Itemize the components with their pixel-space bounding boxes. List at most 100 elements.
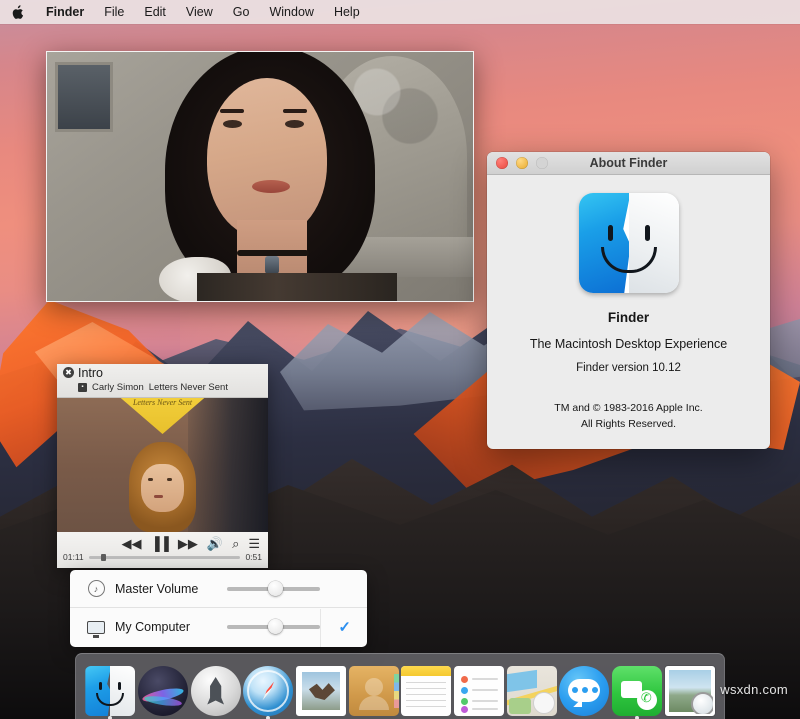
- dock-item-launchpad[interactable]: [191, 666, 241, 716]
- about-tagline: The Macintosh Desktop Experience: [487, 337, 770, 351]
- album-art-singer-face: [141, 464, 183, 512]
- preview-subject-eye-left: [223, 120, 242, 128]
- volume-popover[interactable]: ♪ Master Volume My Computer ✓: [70, 570, 367, 647]
- preview-subject-eye-right: [285, 120, 304, 128]
- my-computer-label: My Computer: [115, 620, 227, 634]
- my-computer-slider[interactable]: [227, 625, 320, 629]
- about-window-titlebar[interactable]: About Finder: [487, 152, 770, 175]
- fast-forward-button[interactable]: ▶▶: [178, 537, 198, 550]
- menu-item-finder[interactable]: Finder: [36, 0, 94, 24]
- stop-badge-icon[interactable]: ✖: [63, 367, 74, 378]
- preview-subject-face: [207, 78, 327, 238]
- dock-item-photos[interactable]: [665, 666, 715, 716]
- media-preview-image: [47, 52, 473, 301]
- dock-item-notes[interactable]: [401, 666, 451, 716]
- pause-button[interactable]: ▐▐: [150, 537, 168, 550]
- player-artist: Carly Simon: [92, 381, 144, 394]
- about-copyright-line1: TM and © 1983-2016 Apple Inc.: [487, 400, 770, 416]
- music-note-icon: ♪: [86, 579, 106, 599]
- finder-icon-right-face: [629, 193, 679, 293]
- about-copyright-line2: All Rights Reserved.: [487, 416, 770, 432]
- player-controls: ◀◀ ▐▐ ▶▶ 🔊 ⌕ ☰ 01:11 0:51: [57, 532, 268, 568]
- watermark: wsxdn.com: [720, 682, 788, 697]
- player-track-title: Intro: [78, 366, 268, 381]
- about-window-title: About Finder: [487, 156, 770, 170]
- dock: [75, 653, 725, 719]
- master-volume-knob[interactable]: [268, 581, 283, 596]
- volume-button[interactable]: 🔊: [207, 537, 223, 550]
- photos-icon: [665, 666, 715, 716]
- apple-logo-icon[interactable]: [10, 4, 24, 20]
- dock-item-facetime[interactable]: [612, 666, 662, 716]
- about-window-body: Finder The Macintosh Desktop Experience …: [487, 175, 770, 433]
- preview-subject-dress: [197, 273, 397, 301]
- progress-slider[interactable]: [89, 556, 241, 559]
- preview-subject-pendant: [265, 256, 279, 274]
- playlist-button[interactable]: ☰: [248, 537, 260, 550]
- messages-icon: [559, 666, 609, 716]
- volume-row-master[interactable]: ♪ Master Volume: [70, 570, 367, 608]
- menu-item-view[interactable]: View: [176, 0, 223, 24]
- display-icon: [86, 617, 106, 637]
- finder-icon-eye-right: [645, 225, 650, 241]
- dock-item-contacts[interactable]: [349, 666, 399, 716]
- preview-subject-brow-right: [283, 109, 307, 113]
- search-button[interactable]: ⌕: [232, 537, 239, 550]
- notes-icon: [401, 666, 451, 716]
- media-preview-window[interactable]: [46, 51, 474, 302]
- album-artwork: Letters Never Sent: [57, 398, 268, 532]
- popover-divider: [320, 609, 321, 647]
- dock-item-finder[interactable]: [85, 666, 135, 716]
- facetime-icon: [612, 666, 662, 716]
- player-header: ✖ Intro ▪ Carly Simon Letters Never Sent: [57, 364, 268, 398]
- finder-icon: [85, 666, 135, 716]
- preview-subject-lips: [252, 180, 290, 193]
- progress-knob[interactable]: [101, 554, 106, 561]
- album-art-singer-mouth: [154, 495, 163, 498]
- dock-item-siri[interactable]: [138, 666, 188, 716]
- about-version: Finder version 10.12: [487, 362, 770, 374]
- album-art-shadow: [188, 398, 268, 532]
- player-transport-row: ◀◀ ▐▐ ▶▶ 🔊 ⌕ ☰: [57, 532, 268, 552]
- reminders-icon: [454, 666, 504, 716]
- menu-bar: Finder File Edit View Go Window Help: [0, 0, 800, 24]
- finder-app-icon: [579, 193, 679, 293]
- contacts-icon: [349, 666, 399, 716]
- finder-icon-left-face: [579, 193, 631, 293]
- dock-item-reminders[interactable]: [454, 666, 504, 716]
- launchpad-icon: [191, 666, 241, 716]
- my-computer-knob[interactable]: [268, 619, 283, 634]
- volume-row-my-computer[interactable]: My Computer ✓: [70, 608, 367, 646]
- preview-subject-brow-left: [220, 109, 244, 113]
- mail-icon: [296, 666, 346, 716]
- menu-item-go[interactable]: Go: [223, 0, 260, 24]
- player-track-meta: ▪ Carly Simon Letters Never Sent: [78, 381, 268, 394]
- remaining-time: 0:51: [245, 552, 262, 562]
- album-source-icon: ▪: [78, 383, 87, 392]
- dock-item-maps[interactable]: [507, 666, 557, 716]
- dock-item-messages[interactable]: [559, 666, 609, 716]
- album-art-title-text: Letters Never Sent: [120, 398, 204, 408]
- player-progress-row: 01:11 0:51: [57, 552, 268, 562]
- elapsed-time: 01:11: [63, 552, 84, 562]
- album-art-singer-eye-right: [167, 478, 172, 481]
- master-volume-label: Master Volume: [115, 582, 227, 596]
- menu-item-help[interactable]: Help: [324, 0, 370, 24]
- master-volume-slider[interactable]: [227, 587, 320, 591]
- menu-item-file[interactable]: File: [94, 0, 134, 24]
- player-album: Letters Never Sent: [149, 381, 228, 394]
- about-app-name: Finder: [487, 310, 770, 325]
- finder-icon-eye-left: [608, 225, 613, 241]
- dock-item-mail[interactable]: [296, 666, 346, 716]
- maps-icon: [507, 666, 557, 716]
- rewind-button[interactable]: ◀◀: [121, 537, 141, 550]
- menu-item-edit[interactable]: Edit: [134, 0, 176, 24]
- dock-item-safari[interactable]: [243, 666, 293, 716]
- siri-icon: [138, 666, 188, 716]
- preview-window-arch: [55, 62, 113, 132]
- menu-item-window[interactable]: Window: [259, 0, 323, 24]
- music-player-window[interactable]: ✖ Intro ▪ Carly Simon Letters Never Sent…: [57, 364, 268, 568]
- about-copyright: TM and © 1983-2016 Apple Inc. All Rights…: [487, 400, 770, 433]
- about-finder-window[interactable]: About Finder Finder The Macintosh Deskto…: [487, 152, 770, 449]
- checkmark-icon[interactable]: ✓: [338, 618, 351, 636]
